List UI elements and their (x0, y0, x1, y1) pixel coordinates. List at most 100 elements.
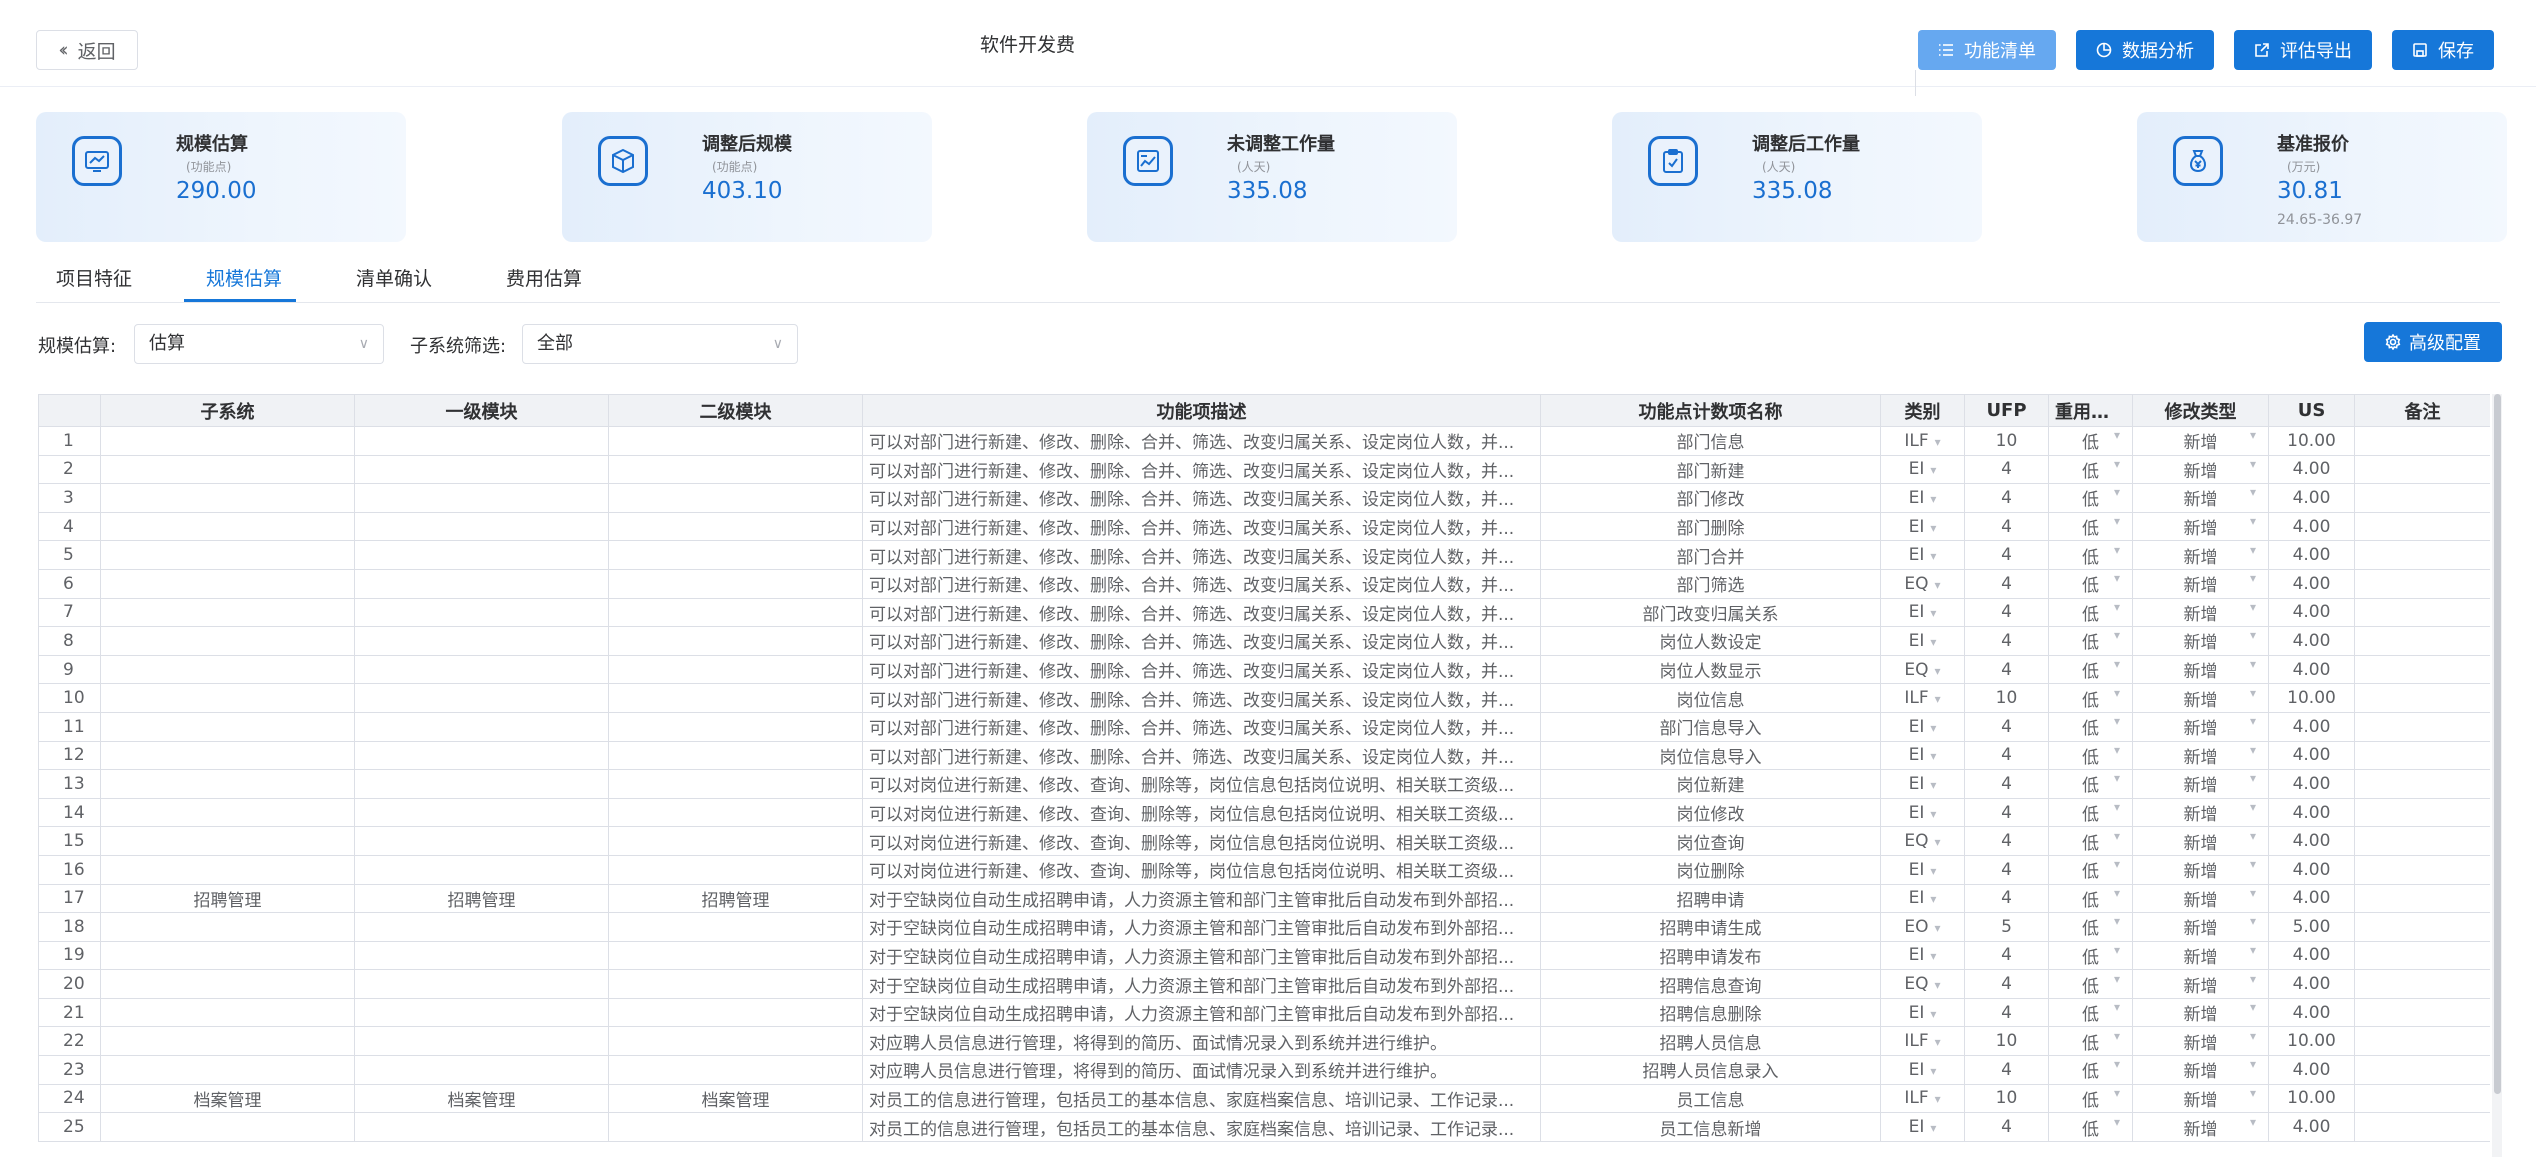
modify-type-select[interactable]: 新增 ▾ (2132, 969, 2269, 999)
reuse-select[interactable]: 低 ▾ (2048, 854, 2133, 885)
ufp-cell[interactable]: 4 (1964, 626, 2049, 656)
remark-cell[interactable] (2354, 426, 2490, 456)
table-row[interactable]: 17 招聘管理 招聘管理 招聘管理 对于空缺岗位自动生成招聘申请，人力资源主管和部门主管… (38, 883, 2490, 914)
reuse-select[interactable]: 低 ▾ (2048, 483, 2133, 513)
remark-cell[interactable] (2354, 1083, 2490, 1114)
modify-type-select[interactable]: 新增 ▾ (2132, 912, 2269, 942)
ufp-cell[interactable]: 4 (1964, 597, 2049, 628)
reuse-select[interactable]: 低 ▾ (2048, 769, 2133, 799)
remark-cell[interactable] (2354, 912, 2490, 942)
category-select[interactable]: EI (1880, 711, 1965, 742)
remark-cell[interactable] (2354, 997, 2490, 1028)
table-row[interactable]: 15 可以对岗位进行新建、修改、查询、删除等，岗位信息包括岗位说明、相关联工资级.… (38, 826, 2490, 856)
back-button[interactable]: ‹‹ 返回 (36, 30, 138, 70)
category-select[interactable]: EI (1880, 769, 1965, 799)
tab-cost-estimate[interactable]: 费用估算 (506, 264, 582, 291)
category-select[interactable]: EI (1880, 797, 1965, 828)
table-row[interactable]: 7 可以对部门进行新建、修改、删除、合并、筛选、改变归属关系、设定岗位人数，并..… (38, 597, 2490, 628)
table-row[interactable]: 8 可以对部门进行新建、修改、删除、合并、筛选、改变归属关系、设定岗位人数，并..… (38, 626, 2490, 656)
remark-cell[interactable] (2354, 969, 2490, 999)
category-select[interactable]: EI (1880, 483, 1965, 513)
category-select[interactable]: EQ (1880, 654, 1965, 685)
ufp-cell[interactable]: 10 (1964, 683, 2049, 713)
ufp-cell[interactable]: 4 (1964, 826, 2049, 856)
remark-cell[interactable] (2354, 626, 2490, 656)
remark-cell[interactable] (2354, 1026, 2490, 1057)
ufp-cell[interactable]: 4 (1964, 483, 2049, 513)
category-select[interactable]: EQ (1880, 969, 1965, 999)
table-scrollbar-thumb[interactable] (2494, 394, 2501, 1094)
table-row[interactable]: 19 对于空缺岗位自动生成招聘申请，人力资源主管和部门主管审批后自动发布到外部招.… (38, 940, 2490, 971)
category-select[interactable]: EI (1880, 1055, 1965, 1085)
tab-scale-estimate[interactable]: 规模估算 (206, 264, 282, 291)
ufp-cell[interactable]: 5 (1964, 912, 2049, 942)
reuse-select[interactable]: 低 ▾ (2048, 454, 2133, 485)
ufp-cell[interactable]: 4 (1964, 854, 2049, 885)
category-select[interactable]: ILF (1880, 1083, 1965, 1114)
modify-type-select[interactable]: 新增 ▾ (2132, 597, 2269, 628)
reuse-select[interactable]: 低 ▾ (2048, 940, 2133, 971)
modify-type-select[interactable]: 新增 ▾ (2132, 711, 2269, 742)
ufp-cell[interactable]: 4 (1964, 568, 2049, 599)
tab-list-confirm[interactable]: 清单确认 (356, 264, 432, 291)
category-select[interactable]: EI (1880, 854, 1965, 885)
category-select[interactable]: EI (1880, 540, 1965, 570)
table-row[interactable]: 6 可以对部门进行新建、修改、删除、合并、筛选、改变归属关系、设定岗位人数，并..… (38, 568, 2490, 599)
table-row[interactable]: 12 可以对部门进行新建、修改、删除、合并、筛选、改变归属关系、设定岗位人数，并.… (38, 740, 2490, 771)
modify-type-select[interactable]: 新增 ▾ (2132, 568, 2269, 599)
modify-type-select[interactable]: 新增 ▾ (2132, 740, 2269, 771)
modify-type-select[interactable]: 新增 ▾ (2132, 1112, 2269, 1142)
scale-select[interactable]: 估算 ∨ (134, 324, 384, 364)
reuse-select[interactable]: 低 ▾ (2048, 883, 2133, 914)
remark-cell[interactable] (2354, 568, 2490, 599)
remark-cell[interactable] (2354, 1055, 2490, 1085)
table-row[interactable]: 11 可以对部门进行新建、修改、删除、合并、筛选、改变归属关系、设定岗位人数，并.… (38, 711, 2490, 742)
reuse-select[interactable]: 低 ▾ (2048, 711, 2133, 742)
table-row[interactable]: 9 可以对部门进行新建、修改、删除、合并、筛选、改变归属关系、设定岗位人数，并..… (38, 654, 2490, 685)
ufp-cell[interactable]: 4 (1964, 1112, 2049, 1142)
ufp-cell[interactable]: 4 (1964, 883, 2049, 914)
reuse-select[interactable]: 低 ▾ (2048, 797, 2133, 828)
ufp-cell[interactable]: 4 (1964, 769, 2049, 799)
remark-cell[interactable] (2354, 826, 2490, 856)
remark-cell[interactable] (2354, 711, 2490, 742)
table-row[interactable]: 21 对于空缺岗位自动生成招聘申请，人力资源主管和部门主管审批后自动发布到外部招.… (38, 997, 2490, 1028)
reuse-select[interactable]: 低 ▾ (2048, 568, 2133, 599)
reuse-select[interactable]: 低 ▾ (2048, 826, 2133, 856)
reuse-select[interactable]: 低 ▾ (2048, 912, 2133, 942)
reuse-select[interactable]: 低 ▾ (2048, 740, 2133, 771)
category-select[interactable]: ILF (1880, 426, 1965, 456)
tab-project-features[interactable]: 项目特征 (56, 264, 132, 291)
ufp-cell[interactable]: 4 (1964, 711, 2049, 742)
remark-cell[interactable] (2354, 740, 2490, 771)
ufp-cell[interactable]: 4 (1964, 797, 2049, 828)
reuse-select[interactable]: 低 ▾ (2048, 626, 2133, 656)
ufp-cell[interactable]: 10 (1964, 1026, 2049, 1057)
ufp-cell[interactable]: 4 (1964, 454, 2049, 485)
table-row[interactable]: 18 对于空缺岗位自动生成招聘申请，人力资源主管和部门主管审批后自动发布到外部招.… (38, 912, 2490, 942)
ufp-cell[interactable]: 4 (1964, 511, 2049, 542)
reuse-select[interactable]: 低 ▾ (2048, 1026, 2133, 1057)
ufp-cell[interactable]: 4 (1964, 997, 2049, 1028)
remark-cell[interactable] (2354, 511, 2490, 542)
modify-type-select[interactable]: 新增 ▾ (2132, 511, 2269, 542)
remark-cell[interactable] (2354, 654, 2490, 685)
table-row[interactable]: 10 可以对部门进行新建、修改、删除、合并、筛选、改变归属关系、设定岗位人数，并.… (38, 683, 2490, 713)
modify-type-select[interactable]: 新增 ▾ (2132, 540, 2269, 570)
table-row[interactable]: 24 档案管理 档案管理 档案管理 对员工的信息进行管理，包括员工的基本信息、家庭档案信… (38, 1083, 2490, 1114)
category-select[interactable]: EI (1880, 740, 1965, 771)
remark-cell[interactable] (2354, 597, 2490, 628)
remark-cell[interactable] (2354, 454, 2490, 485)
modify-type-select[interactable]: 新增 ▾ (2132, 654, 2269, 685)
table-row[interactable]: 16 可以对岗位进行新建、修改、查询、删除等，岗位信息包括岗位说明、相关联工资级.… (38, 854, 2490, 885)
reuse-select[interactable]: 低 ▾ (2048, 654, 2133, 685)
remark-cell[interactable] (2354, 769, 2490, 799)
modify-type-select[interactable]: 新增 ▾ (2132, 997, 2269, 1028)
category-select[interactable]: EQ (1880, 568, 1965, 599)
modify-type-select[interactable]: 新增 ▾ (2132, 483, 2269, 513)
category-select[interactable]: EI (1880, 997, 1965, 1028)
category-select[interactable]: EI (1880, 511, 1965, 542)
ufp-cell[interactable]: 4 (1964, 1055, 2049, 1085)
reuse-select[interactable]: 低 ▾ (2048, 969, 2133, 999)
remark-cell[interactable] (2354, 854, 2490, 885)
